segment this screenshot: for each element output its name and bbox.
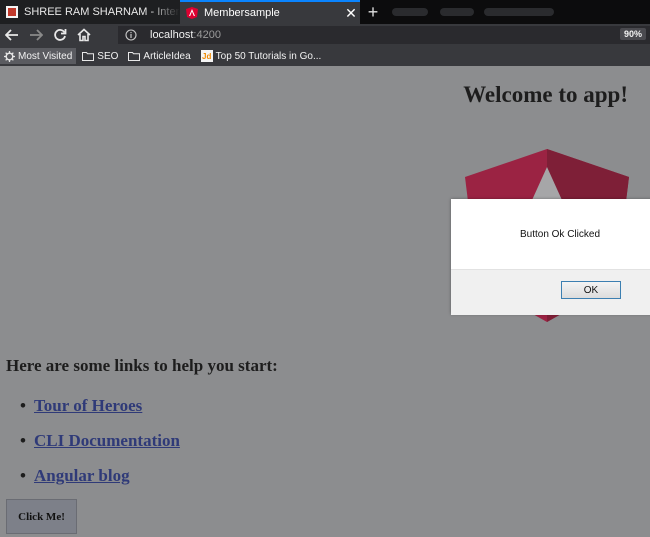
arrow-right-icon <box>30 29 43 41</box>
zoom-level[interactable]: 90% <box>619 28 646 40</box>
bookmark-seo[interactable]: SEO <box>78 48 122 64</box>
info-icon <box>125 29 137 41</box>
click-me-button[interactable]: Click Me! <box>6 499 77 534</box>
forward-button[interactable] <box>26 25 46 45</box>
bookmark-top-50-tutorials[interactable]: Jd Top 50 Tutorials in Go... <box>197 48 326 64</box>
angular-favicon-icon <box>186 7 198 19</box>
list-item: • CLI Documentation <box>12 423 180 458</box>
back-button[interactable] <box>2 25 22 45</box>
tab-membersample[interactable]: Membersample ✕ <box>180 0 360 24</box>
link-angular-blog[interactable]: Angular blog <box>34 466 130 486</box>
bookmark-articleidea[interactable]: ArticleIdea <box>124 48 194 64</box>
folder-icon <box>128 52 141 61</box>
reload-button[interactable] <box>50 25 70 45</box>
ok-button[interactable]: OK <box>561 281 621 299</box>
navigation-bar: localhost:4200 90% <box>0 24 650 46</box>
reload-icon <box>54 29 67 41</box>
tab-bar: SHREE RAM SHARNAM - Intern Membersample … <box>0 0 650 24</box>
blurred-tab <box>484 8 554 16</box>
home-icon <box>77 28 91 42</box>
bullet: • <box>20 395 26 415</box>
links-list: • Tour of Heroes • CLI Documentation • Angu… <box>12 388 180 493</box>
close-tab-icon[interactable]: ✕ <box>342 5 360 22</box>
bullet: • <box>20 430 26 450</box>
tab-shree-ram-sharnam[interactable]: SHREE RAM SHARNAM - Intern <box>0 0 180 24</box>
list-item: • Angular blog <box>12 458 180 493</box>
link-tour-of-heroes[interactable]: Tour of Heroes <box>34 396 142 416</box>
tab-title: SHREE RAM SHARNAM - Intern <box>24 6 180 18</box>
url-bar[interactable]: localhost:4200 90% <box>118 26 650 44</box>
gear-icon <box>4 50 15 62</box>
tab-title: Membersample <box>204 7 280 19</box>
bookmark-most-visited[interactable]: Most Visited <box>0 48 77 64</box>
bookmarks-toolbar: Most Visited SEO ArticleIdea Jd Top 50 T… <box>0 46 650 66</box>
welcome-heading: Welcome to app! <box>463 82 628 107</box>
bookmark-label: Top 50 Tutorials in Go... <box>215 50 322 62</box>
alert-footer: OK <box>451 269 650 315</box>
list-item: • Tour of Heroes <box>12 388 180 423</box>
url-host: localhost <box>150 29 194 41</box>
links-heading: Here are some links to help you start: <box>6 356 278 375</box>
blurred-tab <box>392 8 428 16</box>
bookmark-label: Most Visited <box>18 50 73 62</box>
bullet: • <box>20 465 26 485</box>
link-cli-documentation[interactable]: CLI Documentation <box>34 431 180 451</box>
url-port: :4200 <box>193 29 221 41</box>
jd-favicon-icon: Jd <box>200 50 213 62</box>
bookmark-label: ArticleIdea <box>143 50 191 62</box>
folder-icon <box>82 52 95 61</box>
blurred-tab <box>440 8 474 16</box>
home-button[interactable] <box>74 25 94 45</box>
srs-favicon-icon <box>6 6 18 18</box>
alert-message: Button Ok Clicked <box>519 228 601 240</box>
alert-dialog: Button Ok Clicked OK <box>451 199 650 315</box>
bookmark-label: SEO <box>97 50 119 62</box>
arrow-left-icon <box>5 29 18 41</box>
new-tab-icon[interactable]: + <box>362 0 384 24</box>
